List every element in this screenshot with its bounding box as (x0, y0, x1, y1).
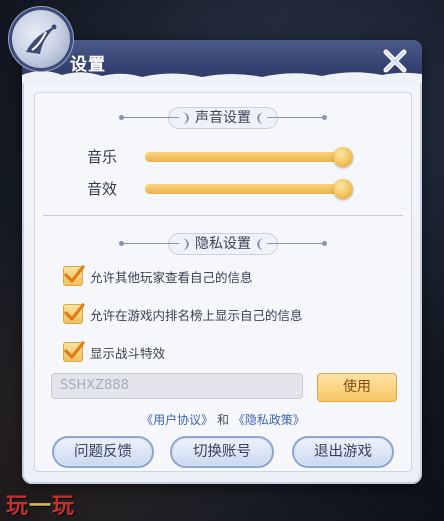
quit-game-button[interactable]: 退出游戏 (292, 436, 394, 468)
privacy-option-battle-effects[interactable]: 显示战斗特效 (63, 341, 403, 363)
redeem-code-input[interactable]: SSHXZ888 (51, 373, 303, 399)
sfx-slider-handle[interactable] (333, 179, 353, 199)
bottom-button-bar: 问题反馈 切换账号 退出游戏 (22, 436, 422, 470)
music-slider[interactable] (145, 147, 353, 167)
music-slider-row: 音乐 (35, 145, 411, 169)
privacy-policy-link[interactable]: 《隐私政策》 (233, 413, 305, 427)
dialog-title: 设置 (70, 55, 106, 75)
links-conjunction: 和 (216, 413, 229, 427)
privacy-option-leaderboard[interactable]: 允许在游戏内排名榜上显示自己的信息 (63, 303, 403, 325)
site-watermark-logo: 玩一玩 (6, 494, 76, 519)
settings-dialog: 设置 ❩ 声音设置 ❨ 音乐 音效 ❩ 隐私设置 ❨ 允许其他玩家查看自己的信息… (22, 40, 422, 484)
section-divider (43, 215, 403, 216)
sound-section-header: ❩ 声音设置 ❨ (35, 107, 411, 129)
privacy-option-label: 显示战斗特效 (90, 346, 166, 361)
user-agreement-link[interactable]: 《用户协议》 (141, 413, 213, 427)
music-slider-handle[interactable] (333, 147, 353, 167)
checkbox-checked-icon[interactable] (63, 265, 85, 286)
crane-emblem-icon (12, 10, 70, 68)
checkbox-checked-icon[interactable] (63, 303, 85, 324)
close-button[interactable] (380, 46, 410, 76)
checkbox-checked-icon[interactable] (63, 341, 85, 362)
sfx-label: 音效 (87, 180, 118, 198)
privacy-option-view-info[interactable]: 允许其他玩家查看自己的信息 (63, 265, 403, 287)
sfx-slider[interactable] (145, 179, 353, 199)
privacy-option-label: 允许在游戏内排名榜上显示自己的信息 (90, 308, 303, 323)
sfx-slider-row: 音效 (35, 177, 411, 201)
dialog-header: 设置 (22, 40, 422, 83)
sfx-slider-fill (145, 184, 343, 194)
music-label: 音乐 (87, 148, 118, 166)
dialog-body: ❩ 声音设置 ❨ 音乐 音效 ❩ 隐私设置 ❨ 允许其他玩家查看自己的信息 允许… (34, 92, 412, 472)
music-slider-fill (145, 152, 343, 162)
privacy-section-header: ❩ 隐私设置 ❨ (35, 233, 411, 255)
feedback-button[interactable]: 问题反馈 (52, 436, 154, 468)
privacy-section-title: 隐私设置 (195, 236, 251, 252)
agreement-links: 《用户协议》 和 《隐私政策》 (35, 411, 411, 428)
sound-section-title: 声音设置 (195, 110, 251, 126)
switch-account-button[interactable]: 切换账号 (170, 436, 274, 468)
privacy-option-label: 允许其他玩家查看自己的信息 (90, 270, 253, 285)
use-code-button[interactable]: 使用 (317, 373, 397, 402)
close-x-icon (383, 49, 407, 73)
